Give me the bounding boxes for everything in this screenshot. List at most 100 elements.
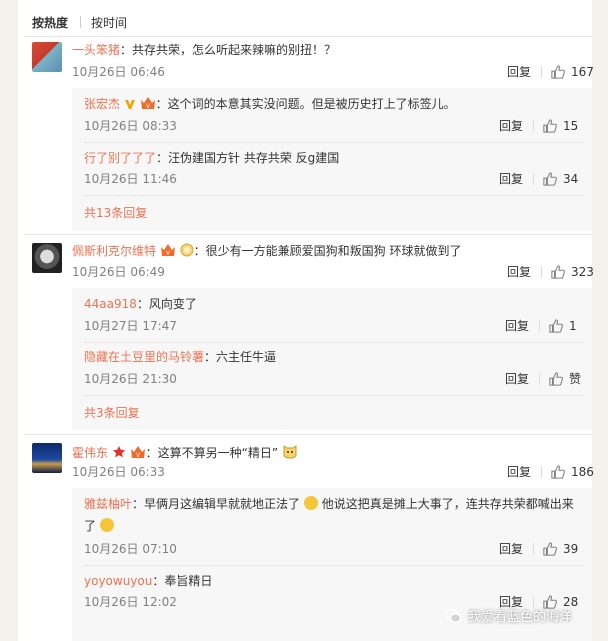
- divider: [24, 234, 592, 235]
- reply-line: 44aa918：风向变了: [84, 296, 197, 312]
- reply-text: ：六主任牛逼: [204, 350, 277, 364]
- thumb-up-icon: [543, 172, 557, 186]
- star-icon: [112, 446, 125, 458]
- avatar[interactable]: [32, 42, 62, 72]
- reply-username[interactable]: 44aa918: [84, 297, 137, 311]
- comment-username[interactable]: 一头笨猪: [72, 43, 120, 57]
- reply-button[interactable]: 回复: [507, 64, 531, 80]
- like-button[interactable]: 34: [543, 171, 578, 187]
- thumb-up-icon: [549, 319, 563, 333]
- reply-line: 张宏杰 V ：这个词的本意其实没问题。但是被历史打上了标签儿。: [84, 96, 456, 112]
- action-divider: [533, 543, 534, 555]
- reply-username[interactable]: yoyowuyou: [84, 574, 152, 588]
- comment-username[interactable]: 佩斯利克尔维特: [72, 244, 156, 258]
- like-count: 赞: [569, 372, 582, 386]
- like-button[interactable]: 323: [551, 264, 594, 280]
- like-button[interactable]: 186: [551, 464, 594, 480]
- sort-tabs: 按热度 按时间: [32, 14, 135, 31]
- divider: [84, 395, 584, 396]
- reply-line-continued: 了: [84, 518, 114, 534]
- action-divider: [539, 373, 540, 385]
- thumb-up-icon: [551, 265, 565, 279]
- comment-text: ：很少有一方能兼顾爱国狗和叛国狗 环球就做到了: [193, 244, 462, 258]
- avatar[interactable]: [32, 443, 62, 473]
- divider: [84, 195, 584, 196]
- reply-time: 10月26日 12:02: [84, 595, 177, 609]
- emoji-icon: [283, 445, 297, 459]
- like-button[interactable]: 39: [543, 541, 578, 557]
- more-replies-link[interactable]: 共13条回复: [84, 205, 147, 221]
- action-divider: [541, 466, 542, 478]
- like-button[interactable]: 赞: [549, 371, 581, 387]
- action-divider: [533, 120, 534, 132]
- like-count: 34: [563, 172, 579, 186]
- comment-line: 霍伟东 V ：这算不算另一种“精日”: [72, 443, 298, 461]
- reply-button[interactable]: 回复: [499, 118, 523, 134]
- comment-line: 一头笨猪：共存共荣，怎么听起来辣嘛的别扭！？: [72, 42, 336, 58]
- action-divider: [539, 320, 540, 332]
- reply-username[interactable]: 雅兹柚叶: [84, 497, 132, 511]
- vip-crown-icon: V: [140, 97, 155, 110]
- like-count: 186: [571, 465, 594, 479]
- comment-username[interactable]: 霍伟东: [72, 446, 108, 460]
- divider: [84, 342, 584, 343]
- action-divider: [541, 66, 542, 78]
- reply-time: 10月26日 11:46: [84, 172, 177, 186]
- reply-text: ：奉旨精日: [152, 574, 213, 588]
- like-count: 323: [571, 265, 594, 279]
- reply-time: 10月26日 21:30: [84, 372, 177, 386]
- thumb-up-icon: [551, 65, 565, 79]
- watermark: 我爱看蓝色的海洋: [444, 606, 572, 625]
- vip-crown-icon: V: [160, 244, 175, 257]
- reply-time: 10月27日 17:47: [84, 319, 177, 333]
- like-button[interactable]: 1: [549, 318, 577, 334]
- verified-v-icon: [124, 100, 135, 109]
- reply-button[interactable]: 回复: [499, 541, 523, 557]
- vip-crown-icon: V: [130, 446, 145, 459]
- reply-time: 10月26日 07:10: [84, 542, 177, 556]
- reply-text: ：风向变了: [136, 297, 197, 311]
- reply-line: yoyowuyou：奉旨精日: [84, 573, 212, 589]
- thumb-up-icon: [549, 372, 563, 386]
- reply-text: ：早俩月这编辑早就就地正法了: [132, 497, 301, 511]
- tab-by-time[interactable]: 按时间: [91, 14, 135, 31]
- emoji-icon: [303, 496, 318, 510]
- reply-time: 10月26日 08:33: [84, 119, 177, 133]
- like-count: 39: [563, 542, 579, 556]
- comment-text: ：这算不算另一种“精日”: [145, 446, 279, 460]
- reply-button[interactable]: 回复: [505, 318, 529, 334]
- reply-button[interactable]: 回复: [507, 464, 531, 480]
- reply-username[interactable]: 行了别了了了: [84, 151, 156, 165]
- avatar[interactable]: [32, 243, 62, 273]
- medal-icon: [180, 243, 194, 257]
- tab-divider: [80, 16, 82, 28]
- reply-line: 雅兹柚叶：早俩月这编辑早就就地正法了 他说这把真是摊上大事了，连共存共荣都喊出来: [84, 496, 574, 512]
- like-button[interactable]: 15: [543, 118, 578, 134]
- more-replies-link[interactable]: 共3条回复: [84, 405, 140, 421]
- thumb-up-icon: [551, 465, 565, 479]
- divider: [24, 434, 592, 435]
- reply-button[interactable]: 回复: [499, 171, 523, 187]
- reply-username[interactable]: 张宏杰: [84, 97, 120, 111]
- reply-line: 行了别了了了：汪伪建国方针 共存共荣 反g建国: [84, 150, 339, 166]
- reply-line: 隐藏在土豆里的马铃薯：六主任牛逼: [84, 349, 276, 365]
- like-button[interactable]: 167: [551, 64, 594, 80]
- reply-text: ：这个词的本意其实没问题。但是被历史打上了标签儿。: [155, 97, 456, 111]
- divider: [24, 36, 592, 37]
- reply-text: 了: [84, 519, 97, 533]
- tab-by-hot[interactable]: 按热度: [32, 14, 76, 31]
- reply-button[interactable]: 回复: [505, 371, 529, 387]
- reply-button[interactable]: 回复: [507, 264, 531, 280]
- like-count: 15: [563, 119, 579, 133]
- comment-text: ：共存共荣，怎么听起来辣嘛的别扭！？: [120, 43, 337, 57]
- divider: [84, 142, 584, 143]
- like-count: 1: [569, 319, 577, 333]
- action-divider: [533, 173, 534, 185]
- thumb-up-icon: [543, 542, 557, 556]
- comment-time: 10月26日 06:33: [72, 465, 165, 479]
- reply-text: 他说这把真是摊上大事了，连共存共荣都喊出来: [321, 497, 574, 511]
- comment-time: 10月26日 06:46: [72, 65, 165, 79]
- wechat-icon: [444, 608, 462, 623]
- reply-text: ：汪伪建国方针 共存共荣 反g建国: [156, 151, 340, 165]
- reply-username[interactable]: 隐藏在土豆里的马铃薯: [84, 350, 204, 364]
